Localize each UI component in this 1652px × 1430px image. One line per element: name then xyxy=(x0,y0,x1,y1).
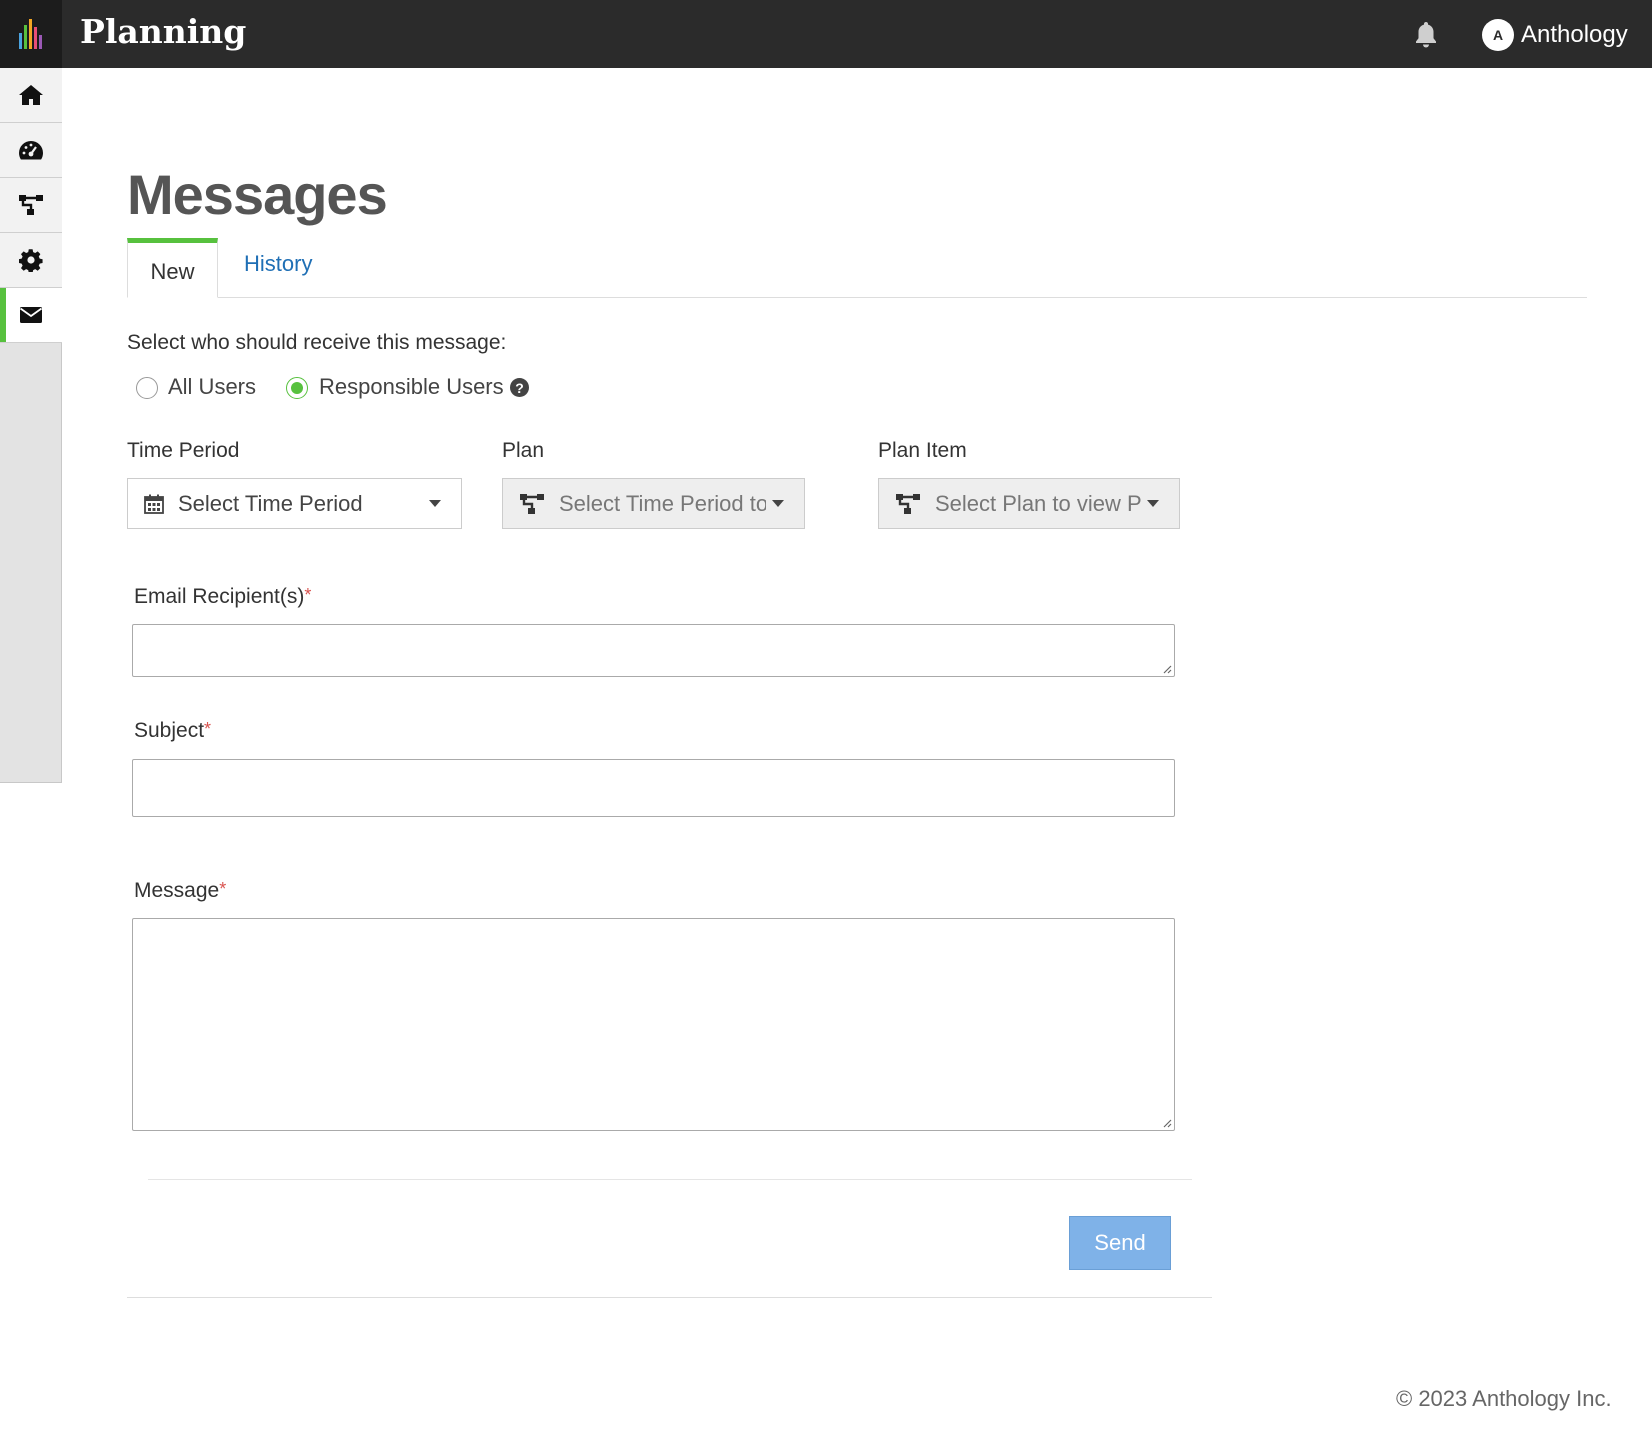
gear-icon xyxy=(19,249,43,272)
top-bar: Planning A Anthology xyxy=(0,0,1652,68)
tab-new[interactable]: New xyxy=(127,238,218,298)
subject-field[interactable] xyxy=(132,759,1175,817)
copyright-footer: © 2023 Anthology Inc. xyxy=(1396,1386,1612,1411)
message-label: Message* xyxy=(134,879,226,903)
form-bottom-divider xyxy=(127,1297,1212,1298)
plan-select[interactable]: Select Time Period to view Plans xyxy=(502,478,805,529)
email-recipients-label: Email Recipient(s)* xyxy=(134,585,311,609)
sidebar-item-plans[interactable] xyxy=(0,178,62,233)
plan-item-value: Select Plan to view Plan Items xyxy=(935,490,1141,516)
radio-responsible-users[interactable] xyxy=(286,377,308,399)
notifications-bell-icon[interactable] xyxy=(1410,18,1442,50)
email-recipients-label-text: Email Recipient(s) xyxy=(134,585,305,608)
message-field[interactable] xyxy=(132,918,1175,1131)
recipients-prompt: Select who should receive this message: xyxy=(127,331,507,354)
subject-label-text: Subject xyxy=(134,719,205,742)
envelope-icon xyxy=(19,307,43,323)
radio-responsible-users-label[interactable]: Responsible Users xyxy=(319,374,504,400)
user-avatar[interactable]: A xyxy=(1482,19,1514,51)
plan-value: Select Time Period to view Plans xyxy=(559,490,766,516)
form-divider xyxy=(148,1179,1192,1180)
resize-grip-icon[interactable] xyxy=(1162,1118,1172,1128)
hierarchy-icon xyxy=(895,493,921,515)
required-marker: * xyxy=(204,719,212,739)
sidebar-item-home[interactable] xyxy=(0,68,62,123)
app-title: Planning xyxy=(80,12,247,51)
tab-history[interactable]: History xyxy=(244,251,312,277)
time-period-value: Select Time Period xyxy=(178,490,363,516)
chevron-down-icon xyxy=(429,500,441,507)
radio-all-users[interactable] xyxy=(136,377,158,399)
sidebar-item-messages[interactable] xyxy=(0,288,62,343)
plan-item-label: Plan Item xyxy=(878,439,967,462)
sidebar-item-dashboard[interactable] xyxy=(0,123,62,178)
app-logo[interactable] xyxy=(0,0,62,68)
subject-label: Subject* xyxy=(134,719,211,743)
sidebar xyxy=(0,68,62,783)
hierarchy-icon xyxy=(519,493,545,515)
resize-grip-icon[interactable] xyxy=(1162,664,1172,674)
dashboard-icon xyxy=(19,141,44,160)
calendar-icon xyxy=(144,494,164,514)
chevron-down-icon xyxy=(1147,500,1159,507)
page-title: Messages xyxy=(127,163,388,226)
time-period-select[interactable]: Select Time Period xyxy=(127,478,462,529)
bar-chart-logo-icon xyxy=(19,19,42,49)
plan-item-select[interactable]: Select Plan to view Plan Items xyxy=(878,478,1180,529)
home-icon xyxy=(19,85,43,105)
radio-all-users-label[interactable]: All Users xyxy=(168,374,256,400)
email-recipients-field[interactable] xyxy=(132,624,1175,677)
message-label-text: Message xyxy=(134,879,220,902)
required-marker: * xyxy=(304,585,312,605)
tabs-divider xyxy=(127,297,1587,298)
send-button[interactable]: Send xyxy=(1069,1216,1171,1270)
help-question-icon[interactable]: ? xyxy=(510,378,529,397)
user-name[interactable]: Anthology xyxy=(1521,21,1628,49)
time-period-label: Time Period xyxy=(127,439,240,462)
hierarchy-icon xyxy=(19,195,43,215)
required-marker: * xyxy=(219,879,227,899)
plan-label: Plan xyxy=(502,439,545,462)
chevron-down-icon xyxy=(772,500,784,507)
sidebar-item-settings[interactable] xyxy=(0,233,62,288)
